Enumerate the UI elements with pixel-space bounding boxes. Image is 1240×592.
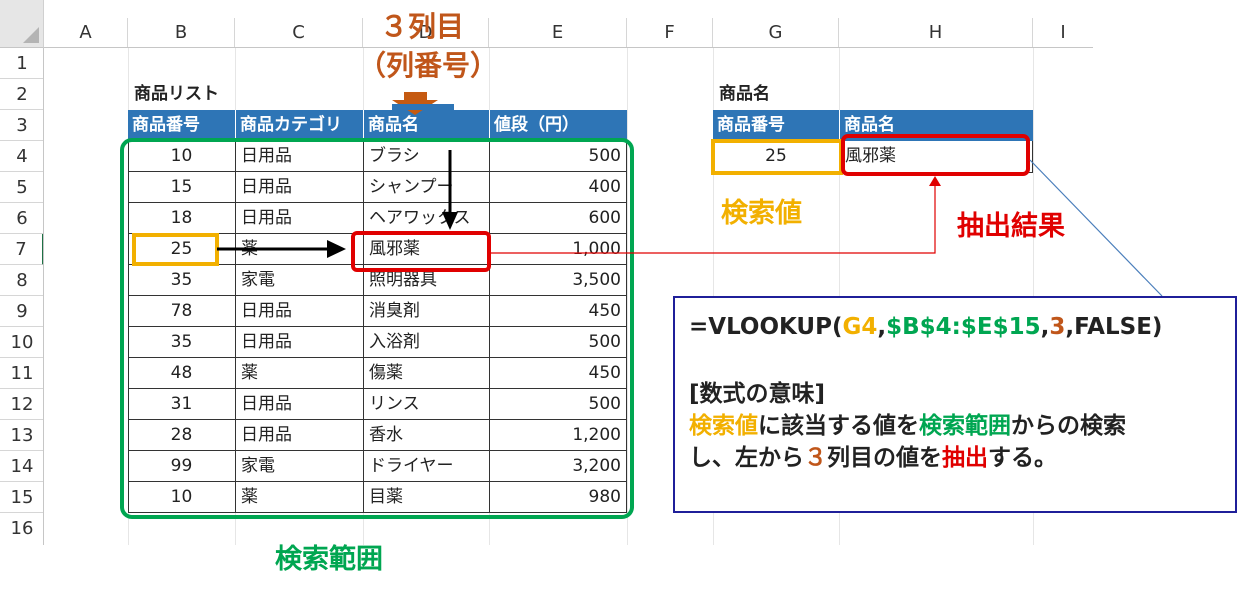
col-index-sublabel: （列番号） — [358, 49, 499, 82]
meaning-line-2: し、左から３列目の値を抽出する。 — [689, 445, 1057, 471]
range-highlight-box — [120, 138, 634, 519]
up-arrow-icon — [929, 176, 941, 186]
meaning-title: [数式の意味] — [689, 381, 826, 407]
result-highlight-box — [841, 134, 1030, 176]
range-label: 検索範囲 — [275, 544, 383, 575]
result-label: 抽出結果 — [957, 211, 1065, 242]
down-arrow-icon — [392, 92, 438, 115]
formula-explanation-box: =VLOOKUP(G4,$B$4:$E$15,3,FALSE) [数式の意味] … — [673, 296, 1237, 513]
lookup-value-label: 検索値 — [721, 198, 802, 229]
right-arrow-icon — [327, 240, 346, 258]
match-highlight-box — [351, 231, 491, 272]
meaning-line-1: 検索値に該当する値を検索範囲からの検索 — [689, 413, 1126, 439]
value-highlight-box — [132, 233, 219, 266]
down-arrow-icon — [442, 212, 458, 230]
col-index-label: ３列目 — [380, 10, 465, 43]
lookup-value-highlight-box — [711, 139, 843, 175]
formula-text: =VLOOKUP(G4,$B$4:$E$15,3,FALSE) — [689, 314, 1163, 340]
